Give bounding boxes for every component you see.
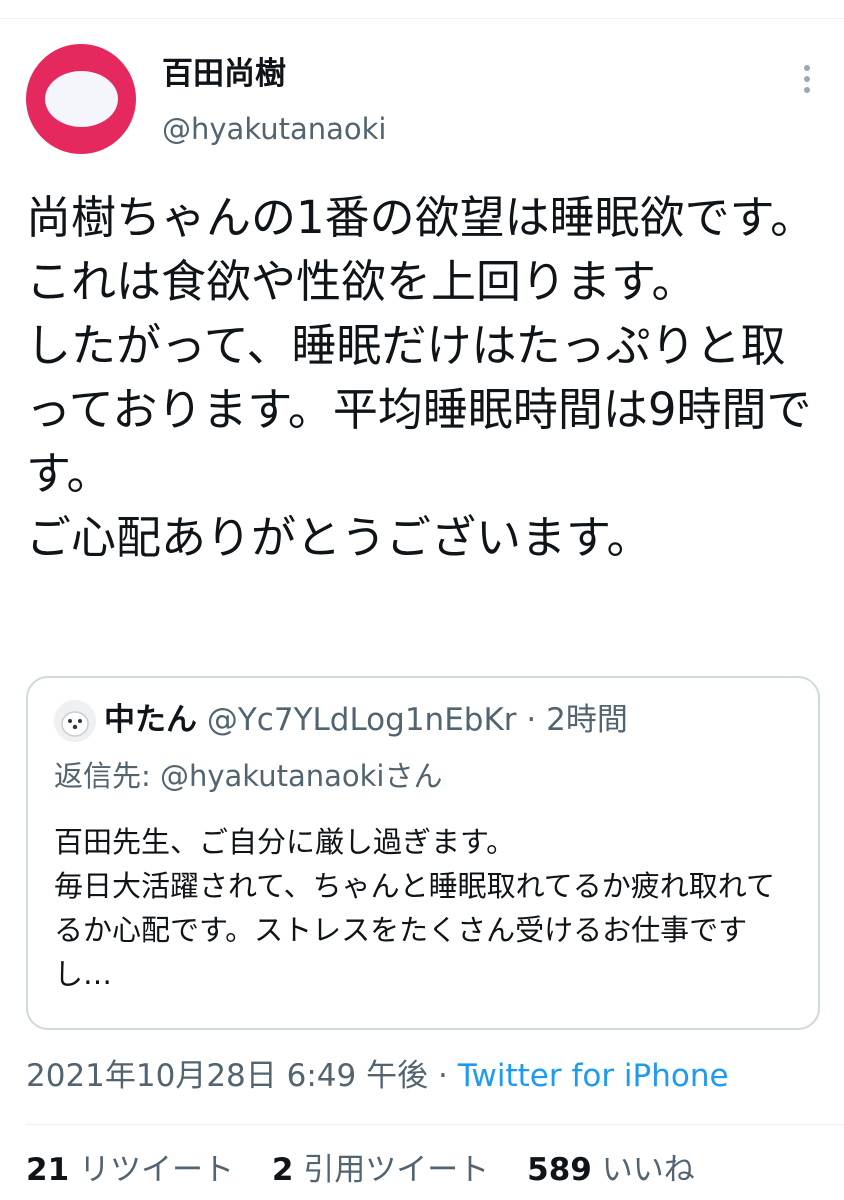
- quoted-separator: ·: [526, 702, 537, 738]
- quoted-tweet-header: 中たん @Yc7YLdLog1nEbKr · 2時間: [104, 698, 628, 742]
- quotes-count: 2: [271, 1152, 294, 1188]
- author-display-name[interactable]: 百田尚樹: [162, 54, 286, 94]
- more-dots-icon[interactable]: [796, 62, 818, 96]
- tweet-stats: 21 リツイート 2 引用ツイート 589 いいね: [26, 1148, 723, 1192]
- retweets-stat[interactable]: 21 リツイート: [26, 1148, 234, 1192]
- likes-label: いいね: [601, 1152, 695, 1188]
- quoted-author-avatar[interactable]: [54, 700, 96, 742]
- retweets-label: リツイート: [79, 1152, 234, 1188]
- quoted-author-name[interactable]: 中たん: [104, 702, 197, 738]
- quoted-reply-to: 返信先: @hyakutanaokiさん: [54, 759, 443, 793]
- quotes-label: 引用ツイート: [303, 1152, 490, 1188]
- avatar-inner-shape: [45, 71, 118, 127]
- tweet-text: 尚樹ちゃんの1番の欲望は睡眠欲です。これは食欲や性欲を上回ります。 したがって、…: [26, 191, 816, 564]
- tweet-source[interactable]: Twitter for iPhone: [458, 1058, 729, 1094]
- top-divider: [0, 18, 844, 19]
- quoted-author-handle[interactable]: @Yc7YLdLog1nEbKr: [207, 702, 517, 738]
- quotes-stat[interactable]: 2 引用ツイート: [272, 1148, 489, 1192]
- likes-count: 589: [527, 1152, 592, 1188]
- likes-stat[interactable]: 589 いいね: [527, 1148, 695, 1192]
- quoted-time[interactable]: 2時間: [546, 702, 628, 738]
- quoted-tweet-card[interactable]: 中たん @Yc7YLdLog1nEbKr · 2時間 返信先: @hyakuta…: [26, 676, 820, 1030]
- tweet-meta: 2021年10月28日 6:49 午後 · Twitter for iPhone: [26, 1054, 729, 1098]
- meta-separator: ·: [437, 1058, 448, 1094]
- stats-divider: [26, 1124, 844, 1125]
- author-handle[interactable]: @hyakutanaoki: [162, 110, 386, 148]
- retweets-count: 21: [26, 1152, 70, 1188]
- tweet-timestamp[interactable]: 2021年10月28日 6:49 午後: [26, 1058, 428, 1094]
- author-avatar[interactable]: [26, 44, 136, 154]
- quoted-tweet-text: 百田先生、ご自分に厳し過ぎます。 毎日大活躍されて、ちゃんと睡眠取れてるか疲れ取…: [54, 825, 775, 991]
